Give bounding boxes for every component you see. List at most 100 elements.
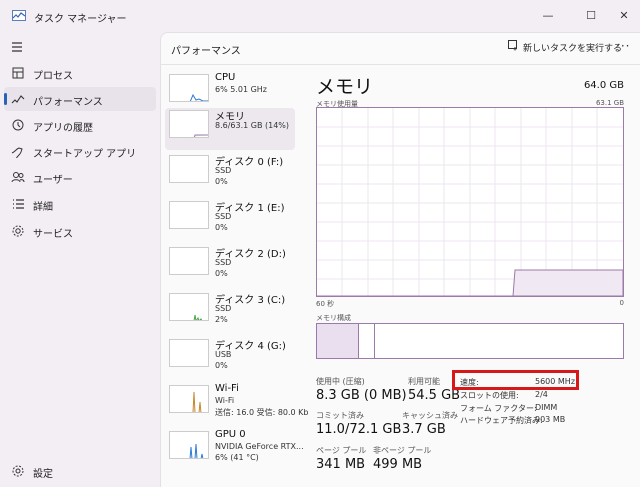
history-icon [11,118,25,132]
startup-icon [11,144,25,160]
nav-item-label: スタートアップ アプリ [33,149,137,160]
device-sub: Wi-Fi [215,396,235,405]
new-task-button[interactable]: 新しいタスクを実行する [508,40,622,54]
close-button[interactable]: ✕ [604,2,640,28]
device-sub: USB [215,350,232,359]
new-task-icon [508,40,519,54]
cached-value: 3.7 GB [402,422,446,437]
active-indicator [4,93,7,105]
nav-item-app-history[interactable]: アプリの履歴 [4,113,156,137]
memory-title: メモリ [316,76,374,98]
hw-reserved-value: 903 MB [535,415,566,424]
device-sub: SSD [215,212,232,221]
performance-icon [11,92,25,106]
disk-thumbnail-graph [169,293,209,321]
nav-item-label: 詳細 [33,202,53,213]
device-usage: 6% (41 °C) [215,453,259,462]
header-divider [161,64,640,65]
memory-usage-graph [316,107,624,297]
device-usage: 2% [215,315,228,324]
device-item-memory[interactable]: メモリ 8.6/63.1 GB (14%) [165,108,295,150]
services-icon [11,224,25,238]
memory-thumbnail-graph [169,110,209,138]
nav-item-label: パフォーマンス [33,97,103,108]
device-sub: SSD [215,304,232,313]
device-name: GPU 0 [215,429,246,440]
more-options-button[interactable]: ··· [616,39,630,53]
memory-total: 64.0 GB [583,80,624,91]
disk-thumbnail-graph [169,201,209,229]
device-usage: 0% [215,223,228,232]
device-item-disk4[interactable]: ディスク 4 (G:) USB 0% [165,337,295,379]
page-title: パフォーマンス [171,46,241,57]
device-sub: SSD [215,258,232,267]
memory-usage-max: 63.1 GB [595,99,624,107]
device-sub: NVIDIA GeForce RTX... [215,442,304,451]
memory-composition-bar [316,323,624,359]
new-task-label: 新しいタスクを実行する [523,43,623,54]
device-name: CPU [215,72,236,83]
slots-value: 2/4 [535,390,548,399]
device-item-disk2[interactable]: ディスク 2 (D:) SSD 0% [165,245,295,287]
device-usage: 送信: 16.0 受信: 80.0 Kb [215,408,309,417]
nav-item-details[interactable]: 詳細 [4,192,156,216]
graph-time-right: 0 [619,299,624,307]
device-item-wifi[interactable]: Wi-Fi Wi-Fi 送信: 16.0 受信: 80.0 Kb [165,383,309,425]
cpu-thumbnail-graph [169,74,209,102]
committed-value: 11.0/72.1 GB [316,422,402,437]
composition-modified [359,324,375,358]
available-label: 利用可能 [408,377,440,386]
disk-thumbnail-graph [169,247,209,275]
nav-item-startup[interactable]: スタートアップ アプリ [4,139,156,163]
device-sub: 8.6/63.1 GB (14%) [215,121,290,130]
wifi-thumbnail-graph [169,385,209,413]
in-use-value: 8.3 GB (0 MB) [316,388,407,403]
nonpaged-pool-label: 非ページ プール [373,446,432,455]
paged-pool-value: 341 MB [316,457,366,472]
device-sub: SSD [215,166,232,175]
nav-item-processes[interactable]: プロセス [4,61,156,85]
hamburger-menu-icon[interactable] [10,40,24,54]
device-usage: 0% [215,361,228,370]
highlight-box [452,370,579,390]
composition-in-use [317,324,359,358]
nav-item-settings[interactable]: 設定 [4,459,156,483]
device-usage: 0% [215,177,228,186]
device-name: Wi-Fi [215,383,239,394]
nonpaged-pool-value: 499 MB [373,457,423,472]
paged-pool-label: ページ プール [316,446,367,455]
committed-label: コミット済み [316,411,364,420]
gpu-thumbnail-graph [169,431,209,459]
nav-item-performance[interactable]: パフォーマンス [4,87,156,111]
processes-icon [11,66,25,80]
device-sub: 6% 5.01 GHz [215,85,268,94]
device-item-disk3[interactable]: ディスク 3 (C:) SSD 2% [165,291,295,333]
nav-item-services[interactable]: サービス [4,219,156,243]
device-item-disk0[interactable]: ディスク 0 (F:) SSD 0% [165,153,295,195]
nav-item-label: アプリの履歴 [33,123,93,134]
disk-thumbnail-graph [169,339,209,367]
memory-composition-label: メモリ構成 [316,314,351,322]
device-usage: 0% [215,269,228,278]
users-icon [11,170,25,184]
gear-icon [11,464,25,478]
device-item-gpu0[interactable]: GPU 0 NVIDIA GeForce RTX... 6% (41 °C) [165,429,304,471]
nav-item-label: ユーザー [33,175,73,186]
form-factor-value: DIMM [535,403,558,412]
nav-item-users[interactable]: ユーザー [4,165,156,189]
details-icon [11,197,25,211]
task-manager-app-icon [12,10,26,21]
nav-item-label: サービス [33,229,73,240]
in-use-label: 使用中 (圧縮) [316,377,365,386]
disk-thumbnail-graph [169,155,209,183]
form-factor-label: フォーム ファクター: [460,404,537,413]
nav-item-label: プロセス [33,71,73,82]
graph-time-left: 60 秒 [316,300,335,308]
slots-label: スロットの使用: [460,391,519,400]
device-item-disk1[interactable]: ディスク 1 (E:) SSD 0% [165,199,295,241]
hw-reserved-label: ハードウェア予約済み: [460,416,543,425]
settings-label: 設定 [33,469,53,480]
minimize-button[interactable]: — [528,2,568,28]
window-title: タスク マネージャー [34,14,127,25]
title-bar: タスク マネージャー — ☐ ✕ [0,0,640,32]
